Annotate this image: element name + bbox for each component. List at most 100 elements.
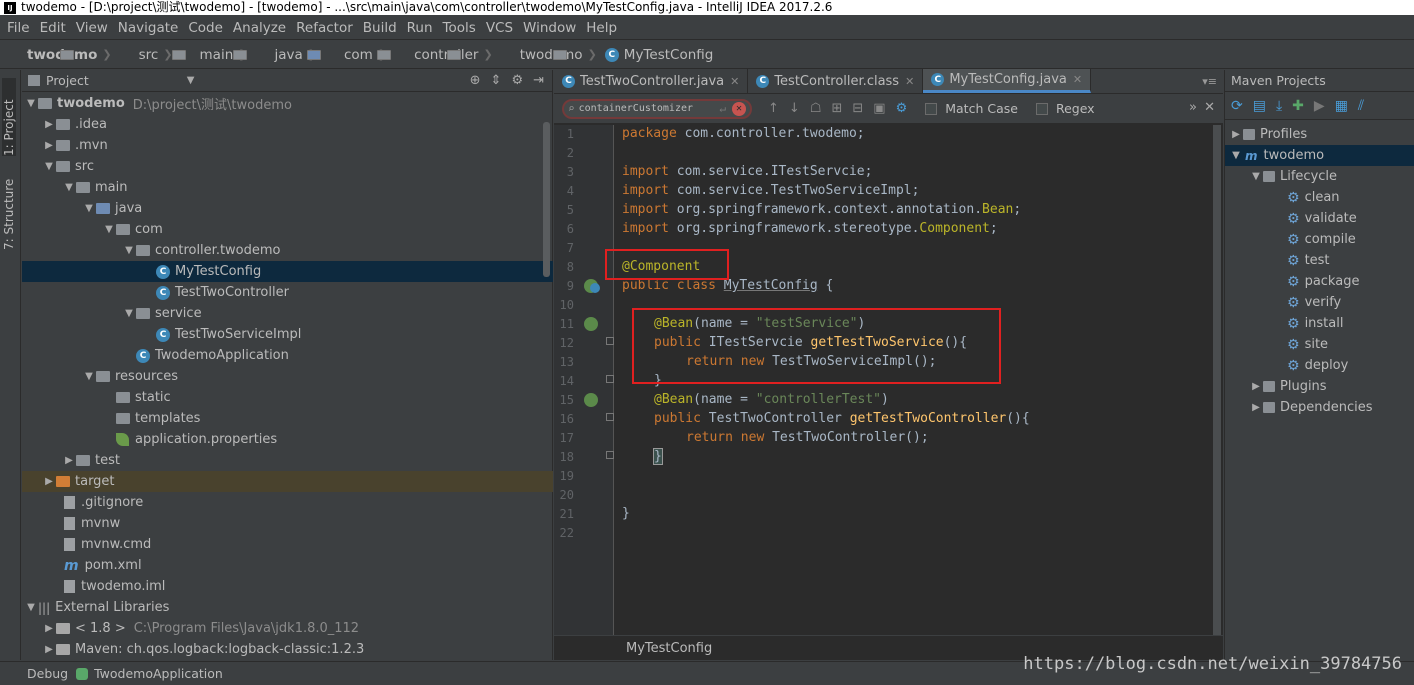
expanded-arrow-icon[interactable]: ▼ (102, 224, 116, 235)
menu-vcs[interactable]: VCS (481, 20, 518, 36)
tree-item-external-libraries[interactable]: ▼ ||| External Libraries (22, 597, 553, 618)
match-case-checkbox[interactable]: Match Case (925, 101, 1018, 116)
search-icon[interactable]: ⌕ (568, 102, 575, 115)
menu-analyze[interactable]: Analyze (228, 20, 291, 36)
fold-marker-icon[interactable] (606, 337, 614, 345)
tree-item-application-properties[interactable]: application.properties (22, 429, 553, 450)
maven-item-lifecycle[interactable]: ▼ Lifecycle (1225, 166, 1414, 187)
menu-code[interactable]: Code (183, 20, 228, 36)
maven-goal-deploy[interactable]: ⚙ deploy (1225, 355, 1414, 376)
collapsed-arrow-icon[interactable]: ▶ (42, 623, 56, 634)
tree-item-idea[interactable]: ▶ .idea (22, 114, 553, 135)
scroll-from-source-icon[interactable]: ⊕ (470, 73, 481, 88)
hide-icon[interactable]: ⇥ (533, 73, 544, 88)
expanded-arrow-icon[interactable]: ▼ (1249, 171, 1263, 182)
tree-item-testtwocontroller[interactable]: C TestTwoController (22, 282, 553, 303)
tree-item-pom-xml[interactable]: m pom.xml (22, 555, 553, 576)
maven-goal-install[interactable]: ⚙ install (1225, 313, 1414, 334)
tab-mytestconfig[interactable]: C MyTestConfig.java ✕ (923, 69, 1092, 93)
maven-goal-verify[interactable]: ⚙ verify (1225, 292, 1414, 313)
tab-testcontroller-class[interactable]: C TestController.class ✕ (748, 69, 924, 93)
add-icon[interactable]: ✚ (1292, 98, 1304, 114)
tree-item-main[interactable]: ▼ main (22, 177, 553, 198)
close-icon[interactable]: ✕ (730, 75, 739, 88)
breadcrumb-com[interactable]: com❯ (325, 47, 395, 63)
search-input[interactable]: ⌕ containerCustomizer ↵ ✕ (562, 98, 752, 119)
collapsed-arrow-icon[interactable]: ▶ (42, 140, 56, 151)
menu-window[interactable]: Window (518, 20, 581, 36)
menu-build[interactable]: Build (358, 20, 402, 36)
toggle-offline-icon[interactable]: ⫽ (1358, 98, 1364, 114)
expanded-arrow-icon[interactable]: ▼ (24, 98, 38, 109)
tabs-overflow-icon[interactable]: ▾≡ (1202, 75, 1217, 88)
menu-file[interactable]: File (2, 20, 35, 36)
code-area[interactable]: 1 2 3 4 5 6 7 8 9 10 11 12 13 14 15 16 1… (554, 125, 1223, 635)
tree-item-mvnw-cmd[interactable]: mvnw.cmd (22, 534, 553, 555)
tab-project-tool[interactable]: 1: Project (2, 78, 16, 156)
tab-structure-tool[interactable]: 7: Structure (2, 166, 16, 250)
expanded-arrow-icon[interactable]: ▼ (82, 203, 96, 214)
class-gutter-icon[interactable] (590, 283, 600, 293)
expanded-arrow-icon[interactable]: ▼ (122, 245, 136, 256)
close-icon[interactable]: ✕ (1073, 73, 1082, 86)
tree-item-test[interactable]: ▶ test (22, 450, 553, 471)
breadcrumb-src[interactable]: src ❯ (120, 47, 186, 63)
maven-goal-validate[interactable]: ⚙ validate (1225, 208, 1414, 229)
tree-item-twodemo-iml[interactable]: twodemo.iml (22, 576, 553, 597)
newline-icon[interactable]: ↵ (719, 102, 726, 115)
collapsed-arrow-icon[interactable]: ▶ (42, 644, 56, 655)
expanded-arrow-icon[interactable]: ▼ (122, 308, 136, 319)
menu-tools[interactable]: Tools (438, 20, 481, 36)
collapsed-arrow-icon[interactable]: ▶ (42, 119, 56, 130)
expanded-arrow-icon[interactable]: ▼ (24, 602, 38, 613)
run-config-label[interactable]: TwodemoApplication (94, 666, 223, 681)
tree-item-target[interactable]: ▶ target (22, 471, 553, 492)
filter-settings-icon[interactable]: ⚙ (896, 101, 908, 116)
maven-panel-title[interactable]: Maven Projects (1225, 70, 1414, 92)
maven-goal-package[interactable]: ⚙ package (1225, 271, 1414, 292)
clear-icon[interactable]: ✕ (732, 101, 746, 116)
breadcrumb-main[interactable]: main❯ (181, 47, 256, 63)
spring-bean-gutter-icon[interactable] (584, 393, 598, 407)
maven-item-plugins[interactable]: ▶ Plugins (1225, 376, 1414, 397)
maven-goal-test[interactable]: ⚙ test (1225, 250, 1414, 271)
spring-bean-gutter-icon[interactable] (584, 317, 598, 331)
expanded-arrow-icon[interactable]: ▼ (42, 161, 56, 172)
close-find-bar-icon[interactable]: ✕ (1204, 100, 1215, 115)
maven-item-dependencies[interactable]: ▶ Dependencies (1225, 397, 1414, 418)
collapse-all-icon[interactable]: ⇕ (491, 73, 502, 88)
collapsed-arrow-icon[interactable]: ▶ (1249, 402, 1263, 413)
checkbox-box[interactable] (1035, 102, 1048, 115)
checkbox-box[interactable] (925, 102, 938, 115)
find-all-icon[interactable]: ☖ (810, 101, 822, 116)
editor-breadcrumb-label[interactable]: MyTestConfig (626, 641, 712, 656)
expanded-arrow-icon[interactable]: ▼ (1229, 150, 1243, 161)
execute-goal-icon[interactable]: ▦ (1335, 98, 1348, 114)
tree-item-src[interactable]: ▼ src (22, 156, 553, 177)
run-icon[interactable]: ▶ (1314, 98, 1325, 114)
vertical-scrollbar[interactable] (543, 122, 550, 277)
fold-marker-icon[interactable] (606, 451, 614, 459)
breadcrumb-mytestconfig[interactable]: C MyTestConfig (604, 47, 713, 63)
tree-item-com[interactable]: ▼ com (22, 219, 553, 240)
close-icon[interactable]: ✕ (905, 75, 914, 88)
select-all-occurrences-icon[interactable]: ▣ (873, 101, 885, 116)
tree-item-testtwoserviceimpl[interactable]: C TestTwoServiceImpl (22, 324, 553, 345)
chevron-down-icon[interactable]: ▼ (187, 75, 195, 86)
add-occurrence-icon[interactable]: ⊞ (831, 101, 842, 116)
tree-item-mytestconfig[interactable]: C MyTestConfig (22, 261, 553, 282)
tree-item-logback[interactable]: ▶ Maven: ch.qos.logback:logback-classic:1… (22, 639, 553, 660)
breadcrumb-twodemo[interactable]: twodemo❯ (8, 47, 120, 63)
menu-run[interactable]: Run (402, 20, 438, 36)
tree-item-mvn[interactable]: ▶ .mvn (22, 135, 553, 156)
maven-goal-compile[interactable]: ⚙ compile (1225, 229, 1414, 250)
breadcrumb-java[interactable]: java❯ (255, 47, 325, 63)
project-panel-title[interactable]: Project (46, 73, 89, 88)
tree-item-java[interactable]: ▼ java (22, 198, 553, 219)
menu-view[interactable]: View (71, 20, 113, 36)
refresh-icon[interactable]: ⟳ (1231, 98, 1243, 114)
tab-testtwocontroller[interactable]: C TestTwoController.java ✕ (554, 69, 749, 93)
more-options-icon[interactable]: » (1189, 100, 1197, 115)
tree-item-resources[interactable]: ▼ resources (22, 366, 553, 387)
tree-item-twodemoapplication[interactable]: C TwodemoApplication (22, 345, 553, 366)
